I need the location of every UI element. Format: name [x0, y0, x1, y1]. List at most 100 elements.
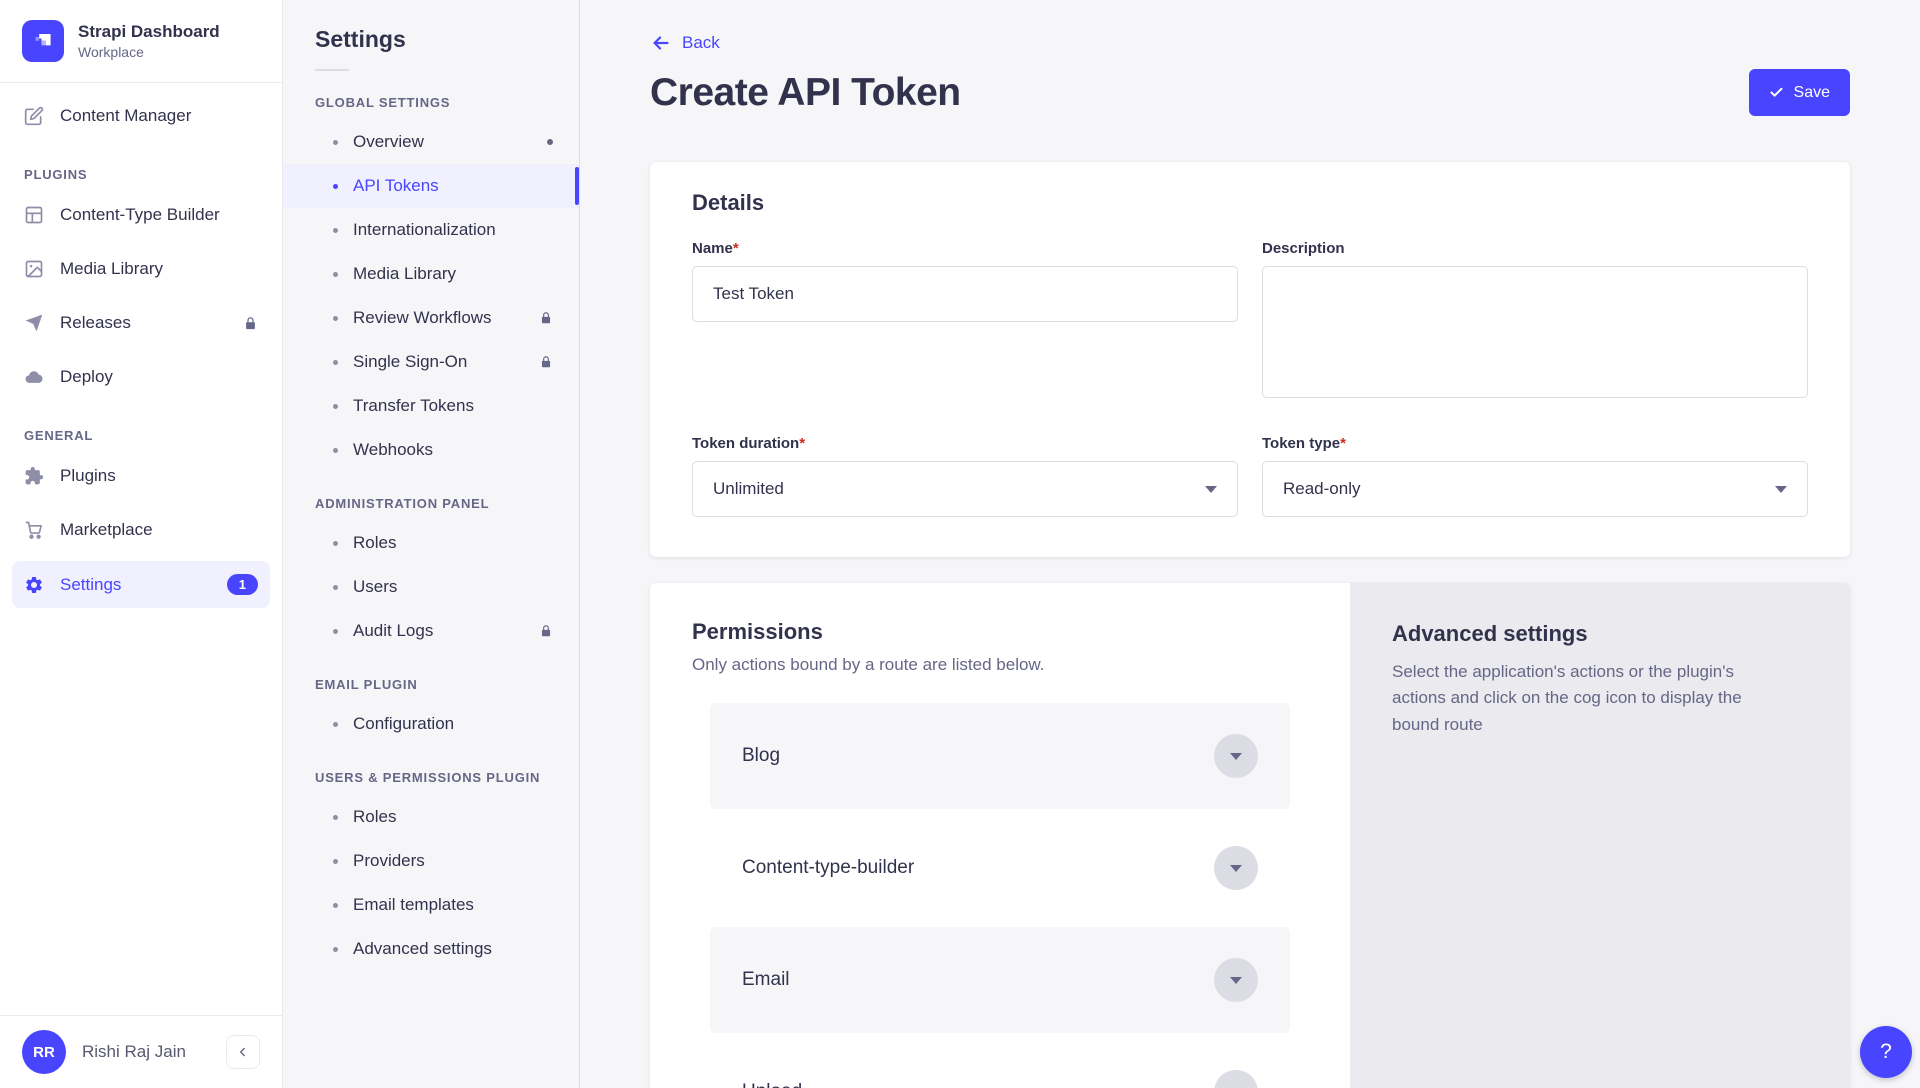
subnav-item-api-tokens[interactable]: API Tokens	[283, 164, 579, 208]
accordion-row-email[interactable]: Email	[710, 927, 1290, 1033]
expand-accordion-button[interactable]	[1214, 1070, 1258, 1088]
accordion-label: Content-type-builder	[742, 857, 914, 879]
required-mark: *	[799, 435, 805, 452]
expand-accordion-button[interactable]	[1214, 846, 1258, 890]
bullet-icon	[333, 722, 338, 727]
subnav-item-label: Internationalization	[353, 220, 496, 240]
sidebar-item-marketplace[interactable]: Marketplace	[12, 507, 270, 553]
settings-notification-badge: 1	[227, 574, 258, 595]
subnav-item-email-templates[interactable]: Email templates	[283, 883, 579, 927]
sidebar-nav: Content Manager PLUGINS Content-Type Bui…	[0, 83, 282, 1015]
back-link[interactable]: Back	[650, 32, 720, 54]
sidebar-item-deploy[interactable]: Deploy	[12, 354, 270, 400]
bullet-icon	[333, 903, 338, 908]
bullet-icon	[333, 859, 338, 864]
subnav-item-configuration[interactable]: Configuration	[283, 702, 579, 746]
subnav-item-label: Providers	[353, 851, 425, 871]
bullet-icon	[333, 404, 338, 409]
subnav-item-users[interactable]: Users	[283, 565, 579, 609]
token-type-value: Read-only	[1283, 479, 1361, 499]
subnav-item-media-library[interactable]: Media Library	[283, 252, 579, 296]
description-textarea[interactable]	[1262, 266, 1808, 398]
bullet-icon	[333, 815, 338, 820]
required-mark: *	[733, 240, 739, 257]
expand-accordion-button[interactable]	[1214, 734, 1258, 778]
accordion-row-upload[interactable]: Upload	[710, 1039, 1290, 1088]
bullet-icon	[333, 585, 338, 590]
settings-subnav: Settings GLOBAL SETTINGS Overview API To…	[283, 0, 580, 1088]
subnav-item-audit-logs[interactable]: Audit Logs	[283, 609, 579, 653]
subnav-item-internationalization[interactable]: Internationalization	[283, 208, 579, 252]
accordion-row-content-type-builder[interactable]: Content-type-builder	[710, 815, 1290, 921]
bullet-icon	[333, 228, 338, 233]
subnav-item-providers[interactable]: Providers	[283, 839, 579, 883]
permissions-subtitle: Only actions bound by a route are listed…	[692, 655, 1308, 675]
notification-dot-icon	[547, 139, 553, 145]
accordion-row-blog[interactable]: Blog	[710, 703, 1290, 809]
save-button[interactable]: Save	[1749, 69, 1850, 116]
sidebar-item-label: Deploy	[60, 367, 113, 387]
subnav-item-up-roles[interactable]: Roles	[283, 795, 579, 839]
subnav-item-advanced-settings[interactable]: Advanced settings	[283, 927, 579, 971]
description-field-group: Description	[1262, 240, 1808, 403]
puzzle-icon	[24, 466, 44, 486]
subnav-item-label: Advanced settings	[353, 939, 492, 959]
user-name: Rishi Raj Jain	[82, 1042, 186, 1062]
subnav-item-webhooks[interactable]: Webhooks	[283, 428, 579, 472]
cart-icon	[24, 520, 44, 540]
subnav-section-administration-panel: ADMINISTRATION PANEL	[283, 472, 579, 521]
subnav-item-label: Transfer Tokens	[353, 396, 474, 416]
sidebar-collapse-button[interactable]	[226, 1035, 260, 1069]
subnav-item-label: Roles	[353, 807, 396, 827]
permissions-title: Permissions	[692, 619, 1308, 645]
media-library-icon	[24, 259, 44, 279]
token-duration-label: Token duration*	[692, 435, 1238, 452]
workspace-subtitle: Workplace	[78, 44, 220, 60]
chevron-left-icon	[236, 1045, 250, 1059]
workspace-switcher[interactable]: Strapi Dashboard Workplace	[0, 0, 282, 83]
expand-accordion-button[interactable]	[1214, 958, 1258, 1002]
subnav-item-overview[interactable]: Overview	[283, 120, 579, 164]
token-duration-select[interactable]: Unlimited	[692, 461, 1238, 517]
subnav-item-review-workflows[interactable]: Review Workflows	[283, 296, 579, 340]
chevron-down-icon	[1230, 753, 1242, 760]
token-type-label: Token type*	[1262, 435, 1808, 452]
subnav-item-label: Roles	[353, 533, 396, 553]
paper-plane-icon	[24, 313, 44, 333]
advanced-settings-title: Advanced settings	[1392, 621, 1808, 647]
name-input[interactable]	[692, 266, 1238, 322]
back-label: Back	[682, 33, 720, 53]
subnav-item-label: Webhooks	[353, 440, 433, 460]
subnav-item-roles[interactable]: Roles	[283, 521, 579, 565]
sidebar-item-media-library[interactable]: Media Library	[12, 246, 270, 292]
page-title: Create API Token	[650, 71, 961, 115]
content-type-builder-icon	[24, 205, 44, 225]
accordion-label: Upload	[742, 1081, 802, 1088]
token-type-select[interactable]: Read-only	[1262, 461, 1808, 517]
permissions-card: Permissions Only actions bound by a rout…	[650, 583, 1850, 1088]
subnav-item-transfer-tokens[interactable]: Transfer Tokens	[283, 384, 579, 428]
subnav-item-label: Configuration	[353, 714, 454, 734]
bullet-icon	[333, 184, 338, 189]
help-button[interactable]: ?	[1860, 1026, 1912, 1078]
sidebar-item-plugins[interactable]: Plugins	[12, 453, 270, 499]
question-mark-icon: ?	[1880, 1040, 1892, 1064]
main-sidebar: Strapi Dashboard Workplace Content Manag…	[0, 0, 283, 1088]
details-card: Details Name* Description Token duration…	[650, 162, 1850, 557]
bullet-icon	[333, 629, 338, 634]
bullet-icon	[333, 272, 338, 277]
sidebar-item-releases[interactable]: Releases	[12, 300, 270, 346]
back-arrow-icon	[650, 32, 672, 54]
subnav-item-label: Audit Logs	[353, 621, 433, 641]
sidebar-item-settings[interactable]: Settings 1	[12, 561, 270, 608]
bullet-icon	[333, 360, 338, 365]
accordion-label: Blog	[742, 745, 780, 767]
sidebar-item-label: Media Library	[60, 259, 163, 279]
sidebar-item-content-manager[interactable]: Content Manager	[12, 93, 270, 139]
sidebar-item-label: Releases	[60, 313, 131, 333]
subnav-item-single-sign-on[interactable]: Single Sign-On	[283, 340, 579, 384]
bullet-icon	[333, 316, 338, 321]
sidebar-section-general: GENERAL	[12, 408, 270, 453]
lock-icon	[539, 311, 553, 325]
sidebar-item-content-type-builder[interactable]: Content-Type Builder	[12, 192, 270, 238]
